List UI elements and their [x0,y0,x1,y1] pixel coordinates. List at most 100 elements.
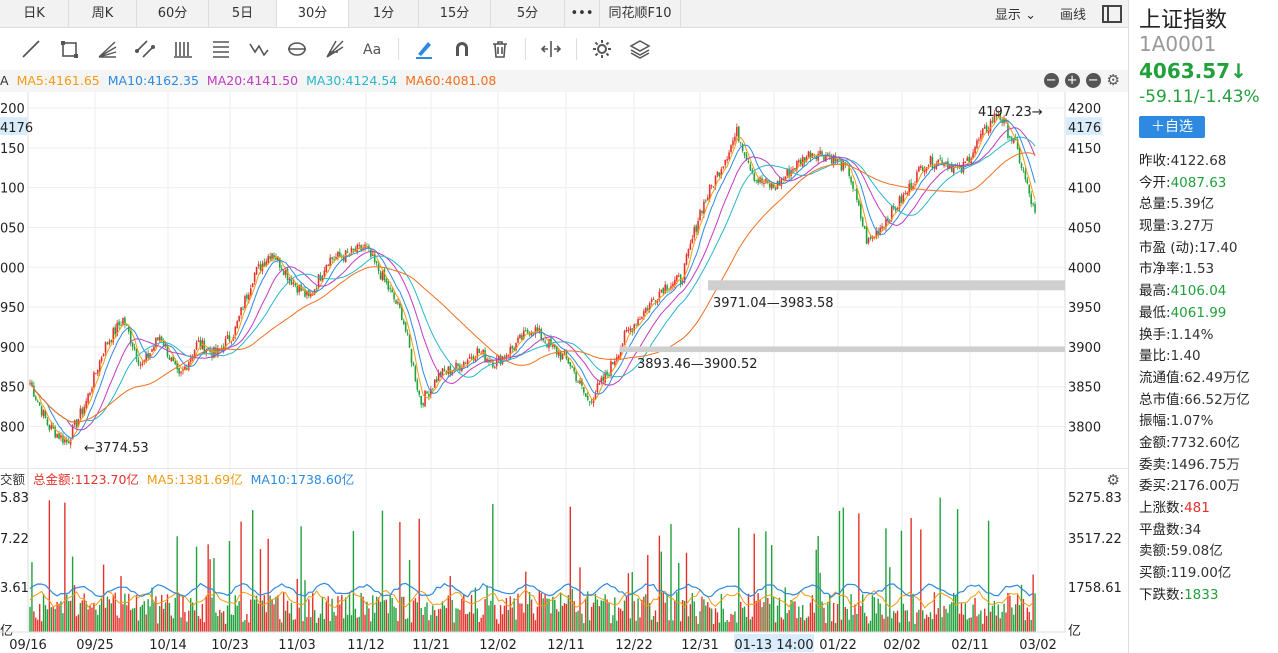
candle-body [158,336,161,341]
candle-body [75,419,78,428]
volume-bar [478,621,480,632]
volume-bar [503,605,506,632]
zoom-out-icon[interactable]: − [1043,73,1059,88]
display-dropdown[interactable]: 显示 ⌄ [983,4,1048,23]
wave-tool-icon[interactable] [240,30,278,68]
stat-row: 昨收:4122.68 [1139,151,1278,173]
drawing-toolbar: Aa [0,28,1128,71]
candle-body [193,349,196,357]
tab-7[interactable]: 5分 [491,0,565,27]
candle-body [927,165,930,167]
tab-2[interactable]: 60分 [137,0,209,27]
volume-bar [50,607,53,632]
candle-body [544,341,546,343]
candle-body [120,324,122,326]
fibonacci-tool-icon[interactable] [202,30,240,68]
volume-bar [1018,605,1021,632]
chart-settings-icon[interactable]: ⚙ [1107,73,1120,88]
line-tool-icon[interactable] [12,30,50,68]
volume-bar [648,603,651,632]
stat-label: 换手: [1139,326,1171,343]
tab-8[interactable]: ••• [565,0,600,27]
volume-bar [275,596,277,632]
volume-bar [554,599,556,632]
candle-body [931,156,934,168]
candle-body [100,357,103,361]
candle-body [416,380,419,390]
volume-bar [792,601,794,632]
stat-value: 481 [1184,500,1210,516]
draw-line-button[interactable]: 画线 [1048,4,1098,23]
gann-tool-icon[interactable] [316,30,354,68]
fan-tool-icon[interactable] [88,30,126,68]
channel-tool-icon[interactable] [126,30,164,68]
volume-bar [656,621,659,632]
volume-bar [141,604,144,632]
volume-bar [902,603,905,632]
volume-bar [834,623,837,632]
volume-bar [422,614,424,632]
tab-4[interactable]: 30分 [277,0,349,27]
candle-body [718,172,721,177]
candle-body [131,342,134,348]
volume-bar [850,594,852,632]
volume-bar [97,614,99,632]
volume-bar [596,599,599,632]
candle-body [180,371,182,374]
volume-bar [906,610,908,632]
volume-bar [927,616,930,632]
volume-bar [306,617,308,632]
candle-body [861,217,864,227]
tab-5[interactable]: 1分 [349,0,419,27]
trash-icon[interactable] [481,30,519,68]
zoom-in-icon[interactable]: + [1064,73,1080,88]
candle-body [937,159,940,165]
stat-value: 5.39亿 [1170,196,1215,213]
collapse-icon[interactable]: − [1085,73,1101,88]
stat-row: 量比:1.40 [1139,346,1278,368]
magnet-icon[interactable] [443,30,481,68]
volume-bar [993,600,996,632]
tab-0[interactable]: 日K [0,0,69,27]
price-tick: 3800 [1068,421,1101,436]
volume-bar [252,510,254,632]
volume-bar [786,613,788,632]
kline-chart[interactable]: 4197.23→ ←3774.53 3971.04—3983.58 3893.46—3… [0,0,1128,653]
measure-icon[interactable] [532,30,570,68]
tab-9[interactable]: 同花顺F10 [600,0,681,27]
layers-icon[interactable] [621,30,659,68]
candle-body [823,156,825,161]
panel-toggle-icon[interactable] [1102,4,1122,23]
volume-bar [193,610,196,632]
candle-body [325,265,328,272]
tab-3[interactable]: 5日 [209,0,277,27]
volume-bar [399,522,401,632]
volume-bar [559,593,562,632]
top-right-controls: 显示 ⌄ 画线 [983,0,1128,27]
stat-label: 下跌数: [1139,586,1185,603]
cycle-tool-icon[interactable] [278,30,316,68]
candle-body [391,289,393,292]
volume-bar [191,602,194,632]
volume-settings-icon[interactable]: ⚙ [1107,469,1120,491]
rectangle-tool-icon[interactable] [50,30,88,68]
volume-bar [457,608,459,632]
volume-bar [221,612,223,632]
text-tool-icon[interactable]: Aa [354,30,392,68]
volume-bar [974,597,976,632]
settings-icon[interactable] [583,30,621,68]
volume-bar [135,595,138,632]
volume-bar [420,607,422,632]
volume-bar [707,602,709,632]
bars-tool-icon[interactable] [164,30,202,68]
tab-6[interactable]: 15分 [419,0,491,27]
add-favorite-button[interactable]: ＋自选 [1139,116,1205,138]
tab-1[interactable]: 周K [69,0,137,27]
candle-body [358,244,361,246]
volume-bar [610,623,612,632]
volume-bar [614,597,616,632]
candle-body [623,331,626,343]
pen-icon[interactable] [405,30,443,68]
volume-bar [159,606,161,632]
ma-line-20 [29,127,1036,431]
